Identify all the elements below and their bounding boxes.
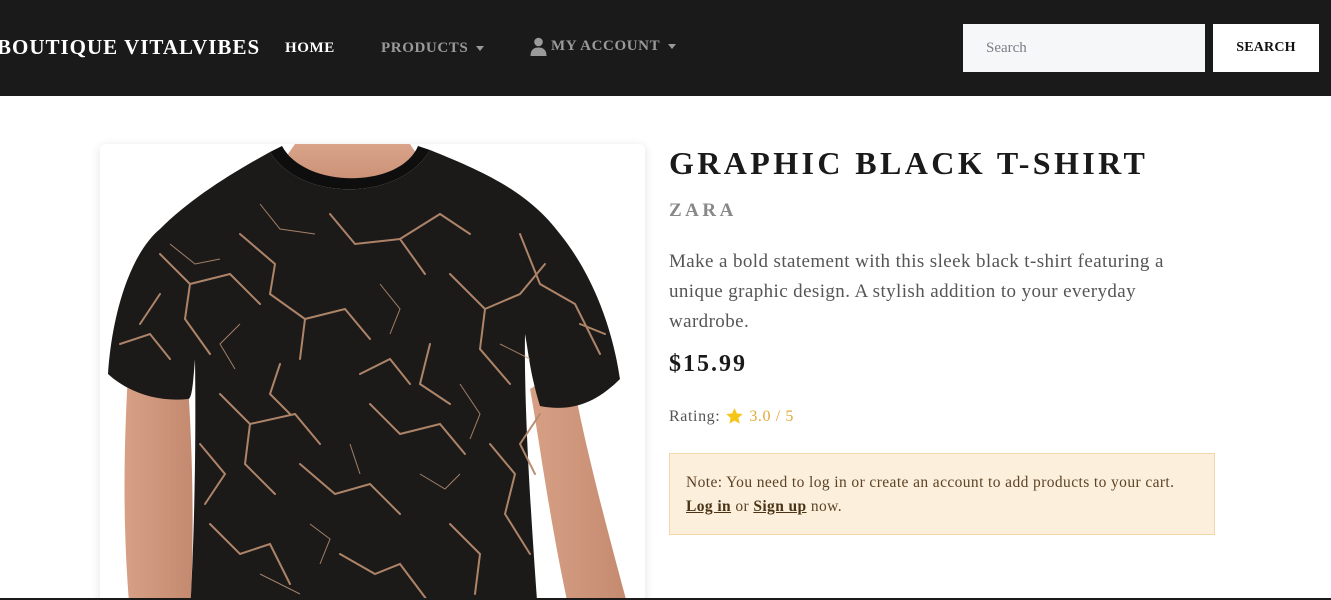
nav-my-account-label: MY ACCOUNT: [551, 38, 661, 54]
product-brand: ZARA: [669, 200, 737, 221]
nav-products-dropdown[interactable]: PRODUCTS: [381, 40, 485, 57]
nav-home-label: HOME: [285, 40, 335, 56]
product-price: $15.99: [669, 351, 747, 377]
product-description: Make a bold statement with this sleek bl…: [669, 251, 1164, 332]
note-text: Note: You need to log in or create an ac…: [686, 474, 1175, 491]
login-note-alert: Note: You need to log in or create an ac…: [669, 453, 1215, 535]
note-or-text: or: [735, 498, 750, 515]
product-image: [100, 144, 645, 600]
chevron-down-icon: [476, 46, 485, 51]
top-navbar: BOUTIQUE VITALVIBES HOME PRODUCTS MY ACC…: [0, 0, 1331, 96]
nav-my-account-dropdown[interactable]: MY ACCOUNT: [530, 37, 677, 56]
product-title: GRAPHIC BLACK T-SHIRT: [669, 145, 1149, 181]
signup-link[interactable]: Sign up: [753, 498, 806, 515]
star-icon: [726, 408, 744, 424]
rating-label: Rating:: [669, 407, 721, 425]
nav-home-link[interactable]: HOME: [285, 40, 335, 57]
chevron-down-icon: [668, 44, 677, 49]
login-link[interactable]: Log in: [686, 498, 731, 515]
user-icon: [530, 37, 547, 56]
tshirt-image: [100, 144, 645, 600]
nav-products-label: PRODUCTS: [381, 40, 469, 56]
search-input[interactable]: [963, 24, 1205, 72]
rating-value: 3.0 / 5: [749, 407, 794, 425]
note-suffix-text: now.: [810, 498, 842, 515]
search-button[interactable]: SEARCH: [1213, 24, 1319, 72]
brand-logo[interactable]: BOUTIQUE VITALVIBES: [0, 35, 260, 60]
product-rating: Rating: 3.0 / 5: [669, 407, 794, 426]
